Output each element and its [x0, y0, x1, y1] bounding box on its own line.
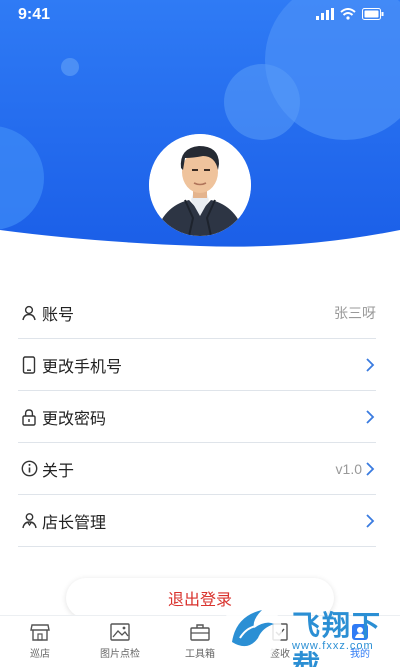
menu-item-change-phone[interactable]: 更改手机号: [18, 339, 376, 391]
menu-item-change-password[interactable]: 更改密码: [18, 391, 376, 443]
menu-item-label: 关于: [42, 462, 75, 480]
chevron-right-icon: [366, 462, 375, 476]
watermark-title: 飞翔下载: [292, 610, 383, 667]
menu-item-account[interactable]: 账号 张三呀: [18, 287, 376, 339]
user-icon: [18, 302, 40, 324]
watermark: 飞翔下载 www.fxxz.com: [214, 596, 398, 667]
tab-store-inspection[interactable]: 巡店: [0, 616, 80, 667]
toolbox-icon: [190, 624, 210, 641]
menu-item-label: 更改手机号: [42, 358, 123, 376]
status-bar: 9:41: [0, 0, 400, 30]
menu-item-label: 店长管理: [42, 514, 107, 532]
tab-label: 工具箱: [185, 649, 215, 660]
store-icon: [30, 624, 50, 641]
account-name-value: 张三呀: [334, 304, 376, 321]
menu-item-label: 账号: [42, 306, 75, 324]
signal-icon: [316, 8, 334, 20]
version-value: v1.0: [335, 460, 362, 477]
phone-icon: [18, 354, 40, 376]
chevron-right-icon: [366, 358, 375, 372]
avatar[interactable]: [149, 134, 251, 236]
menu-item-about[interactable]: 关于 v1.0: [18, 443, 376, 495]
chevron-right-icon: [366, 410, 375, 424]
users-icon: [18, 510, 40, 532]
tab-label: 图片点检: [100, 649, 140, 660]
wifi-icon: [340, 8, 356, 20]
battery-icon: [362, 8, 384, 20]
lock-icon: [18, 406, 40, 428]
watermark-logo-icon: [222, 601, 282, 661]
status-time: 9:41: [18, 6, 51, 23]
chevron-right-icon: [366, 514, 375, 528]
image-icon: [110, 623, 130, 641]
watermark-url: www.fxxz.com: [292, 640, 374, 652]
info-icon: [18, 458, 40, 480]
avatar-illustration: [149, 134, 251, 236]
settings-menu: 账号 张三呀 更改手机号 更改密码 关于 v1.0 店长管理: [18, 287, 376, 547]
menu-item-label: 更改密码: [42, 410, 107, 428]
tab-image-check[interactable]: 图片点检: [80, 616, 160, 667]
status-icons: [316, 8, 384, 20]
tab-label: 巡店: [30, 649, 50, 660]
menu-item-manager[interactable]: 店长管理: [18, 495, 376, 547]
